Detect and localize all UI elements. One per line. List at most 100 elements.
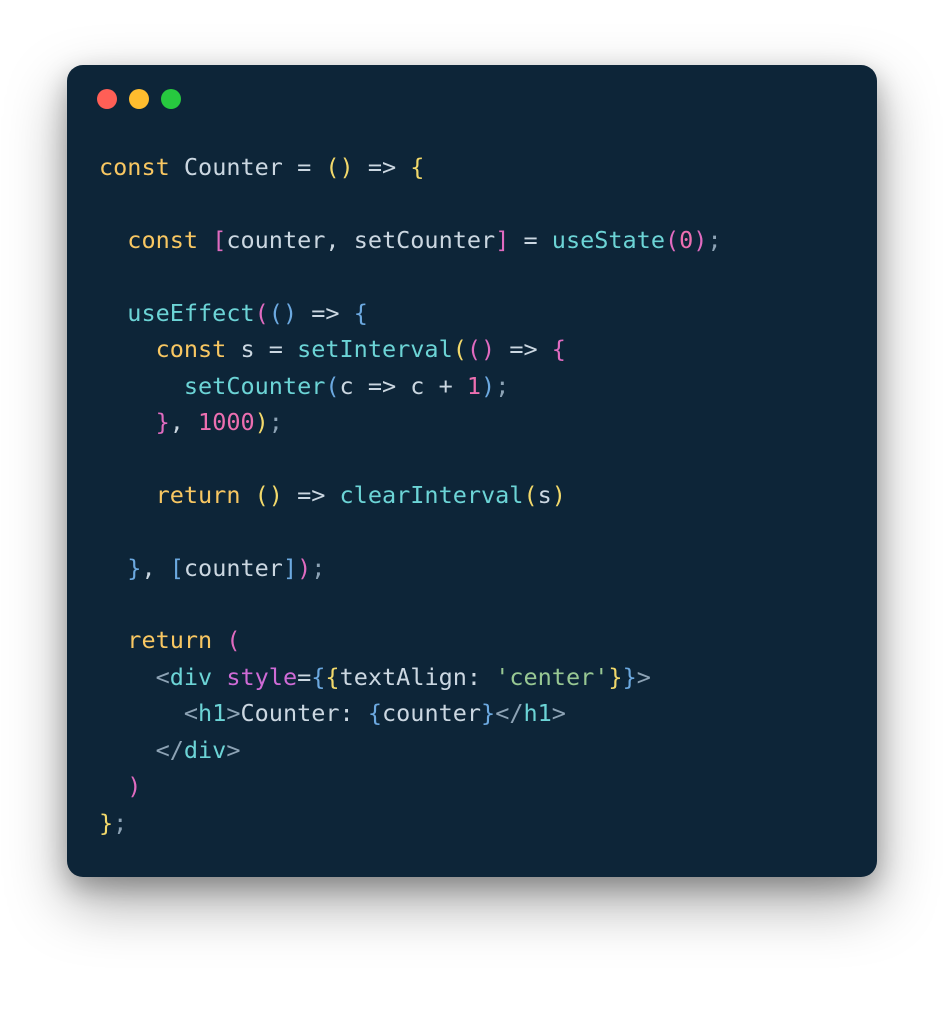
angle-bracket: <: [184, 699, 198, 727]
identifier: s: [226, 335, 268, 363]
jsx-tag: h1: [198, 699, 226, 727]
indent: [99, 408, 156, 436]
angle-bracket: >: [226, 736, 240, 764]
indent: [99, 699, 184, 727]
function-call: useState: [552, 226, 665, 254]
identifier: s: [538, 481, 552, 509]
paren: (): [269, 299, 297, 327]
paren: ): [255, 408, 269, 436]
minimize-icon[interactable]: [129, 89, 149, 109]
comma: ,: [141, 554, 169, 582]
keyword-const: const: [127, 226, 198, 254]
keyword-const: const: [156, 335, 227, 363]
brace: }: [156, 408, 170, 436]
identifier: counter: [184, 554, 283, 582]
code-block: const Counter = () => { const [counter, …: [99, 149, 845, 841]
brace: {: [368, 699, 382, 727]
paren: (): [255, 481, 283, 509]
operator: =: [297, 153, 325, 181]
bracket: ]: [495, 226, 509, 254]
function-call: clearInterval: [340, 481, 524, 509]
keyword-const: const: [99, 153, 170, 181]
brace: }: [623, 663, 637, 691]
identifier: Counter: [170, 153, 297, 181]
paren: ): [297, 554, 311, 582]
brace: }: [481, 699, 495, 727]
number: 1: [467, 372, 481, 400]
arrow: =>: [354, 153, 411, 181]
brace: }: [127, 554, 141, 582]
string: 'center': [495, 663, 608, 691]
semicolon: ;: [495, 372, 509, 400]
angle-bracket: </: [495, 699, 523, 727]
indent: [99, 372, 184, 400]
text: Counter:: [241, 699, 368, 727]
keyword-return: return: [156, 481, 241, 509]
bracket: [: [212, 226, 226, 254]
maximize-icon[interactable]: [161, 89, 181, 109]
indent: [99, 335, 156, 363]
operator: =: [269, 335, 297, 363]
paren: (): [467, 335, 495, 363]
equals: =: [297, 663, 311, 691]
paren: ): [693, 226, 707, 254]
window-controls: [97, 89, 845, 109]
property: textAlign:: [340, 663, 496, 691]
angle-bracket: >: [637, 663, 651, 691]
indent: [99, 663, 156, 691]
expression: c +: [410, 372, 467, 400]
jsx-tag: div: [184, 736, 226, 764]
arrow: =>: [283, 481, 340, 509]
semicolon: ;: [707, 226, 721, 254]
brace: }: [99, 809, 113, 837]
paren: (: [226, 626, 240, 654]
angle-bracket: >: [552, 699, 566, 727]
angle-bracket: </: [156, 736, 184, 764]
comma: ,: [170, 408, 198, 436]
bracket: ]: [283, 554, 297, 582]
indent: [99, 226, 127, 254]
paren: (: [453, 335, 467, 363]
param: c: [340, 372, 368, 400]
angle-bracket: <: [156, 663, 170, 691]
bracket: [: [170, 554, 184, 582]
paren: (: [255, 299, 269, 327]
brace: {: [410, 153, 424, 181]
space: [240, 481, 254, 509]
indent: [99, 481, 156, 509]
indent: [99, 299, 127, 327]
brace: {: [354, 299, 368, 327]
angle-bracket: >: [226, 699, 240, 727]
close-icon[interactable]: [97, 89, 117, 109]
number: 1000: [198, 408, 255, 436]
space: [198, 226, 212, 254]
arrow: =>: [368, 372, 410, 400]
function-call: setInterval: [297, 335, 453, 363]
indent: [99, 736, 156, 764]
jsx-tag: div: [170, 663, 212, 691]
number: 0: [679, 226, 693, 254]
operator: =: [509, 226, 551, 254]
brace: }: [608, 663, 622, 691]
identifier: counter: [382, 699, 481, 727]
arrow: =>: [297, 299, 354, 327]
keyword-return: return: [127, 626, 212, 654]
semicolon: ;: [269, 408, 283, 436]
function-call: setCounter: [184, 372, 325, 400]
space: [212, 626, 226, 654]
jsx-attribute: style: [226, 663, 297, 691]
brace: {: [325, 663, 339, 691]
jsx-tag: h1: [524, 699, 552, 727]
identifiers: counter, setCounter: [226, 226, 495, 254]
brace: {: [311, 663, 325, 691]
paren: ): [127, 772, 141, 800]
indent: [99, 626, 127, 654]
semicolon: ;: [113, 809, 127, 837]
paren: (: [523, 481, 537, 509]
code-window: const Counter = () => { const [counter, …: [67, 65, 877, 877]
brace: {: [552, 335, 566, 363]
paren: (: [665, 226, 679, 254]
semicolon: ;: [311, 554, 325, 582]
indent: [99, 554, 127, 582]
paren: (): [325, 153, 353, 181]
